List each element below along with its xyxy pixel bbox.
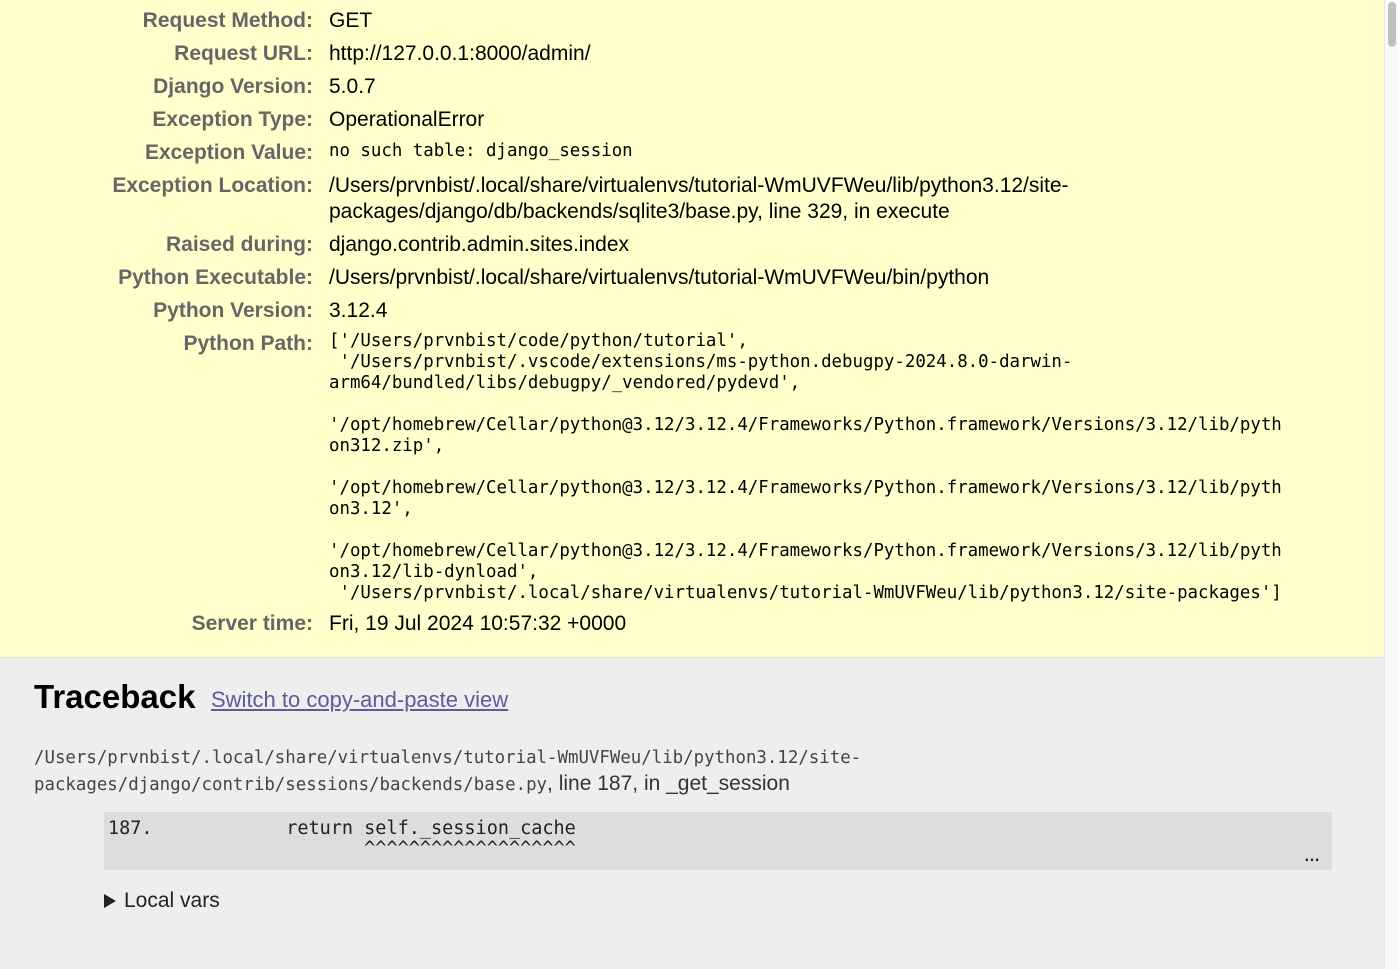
vertical-scrollbar[interactable] (1384, 0, 1399, 969)
meta-label: Python Path: (183, 332, 314, 355)
meta-label: Exception Value: (144, 141, 313, 164)
meta-value: GET (329, 9, 373, 32)
switch-to-copy-paste-link[interactable]: Switch to copy-and-paste view (211, 686, 508, 714)
meta-value: /Users/prvnbist/.local/share/virtualenvs… (329, 266, 990, 289)
traceback-title: Traceback (34, 678, 196, 715)
local-vars-toggle[interactable]: Local vars (104, 888, 220, 914)
frame-header: /Users/prvnbist/.local/share/virtualenvs… (34, 746, 1234, 798)
django-debug-page: Request Method: GET Request URL: http://… (0, 0, 1385, 969)
scrollbar-thumb[interactable] (1388, 2, 1396, 47)
local-vars-label: Local vars (124, 889, 220, 912)
disclosure-triangle-icon (104, 894, 116, 908)
meta-value: ['/Users/prvnbist/code/python/tutorial',… (329, 331, 1282, 603)
meta-value: no such table: django_session (329, 141, 633, 161)
code-carets: ^^^^^^^^^^^^^^^^^^^ (108, 838, 576, 859)
meta-value: http://127.0.0.1:8000/admin/ (329, 42, 591, 65)
meta-label: Python Version: (153, 299, 313, 322)
meta-label: Request Method: (142, 9, 313, 32)
meta-label: Exception Location: (112, 174, 313, 197)
meta-label: Server time: (191, 612, 313, 635)
meta-value: 5.0.7 (329, 75, 376, 98)
meta-value: /Users/prvnbist/.local/share/virtualenvs… (329, 174, 1069, 223)
meta-label: Exception Type: (152, 108, 313, 131)
expand-context-ellipsis[interactable]: … (1304, 848, 1320, 866)
meta-label: Request URL: (174, 42, 313, 65)
meta-value: Fri, 19 Jul 2024 10:57:32 +0000 (329, 612, 627, 635)
meta-label: Raised during: (165, 233, 313, 256)
meta-label: Python Executable: (118, 266, 313, 289)
error-summary: Request Method: GET Request URL: http://… (0, 0, 1385, 658)
meta-value: OperationalError (329, 108, 485, 131)
meta-label: Django Version: (153, 75, 313, 98)
meta-value: django.contrib.admin.sites.index (329, 233, 630, 256)
meta-value: 3.12.4 (329, 299, 388, 322)
frame-line-info: , line 187, in _get_session (547, 772, 790, 795)
code-context[interactable]: 187. return self._session_cache ^^^^^^^^… (104, 812, 1332, 870)
